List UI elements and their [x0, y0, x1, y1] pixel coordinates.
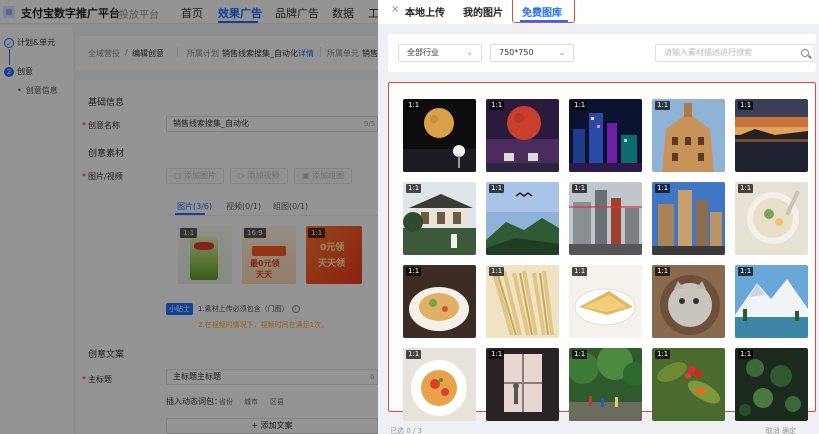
size-select[interactable]: 750*750 ⌄: [490, 44, 574, 62]
ratio-badge: 1:1: [489, 184, 505, 193]
ratio-badge: 1:1: [738, 101, 754, 110]
gallery-image-park-crowd-trees[interactable]: 1:1: [569, 348, 642, 421]
filter-bar: 全部行业 ⌄ 750*750 ⌄ 请输入素材描述进行搜索: [388, 34, 816, 72]
gallery-image-cat-in-basket[interactable]: 1:1: [652, 265, 725, 338]
gallery-image-classical-garden-pavilion[interactable]: 1:1: [403, 182, 476, 255]
gallery-image-window-silhouette[interactable]: 1:1: [486, 348, 559, 421]
image-picker-drawer: × 本地上传 我的图片 免费图库 全部行业 ⌄ 750*750 ⌄ 请输入素材描…: [378, 0, 819, 434]
ratio-badge: 1:1: [655, 267, 671, 276]
gallery-image-crepe-on-plate[interactable]: 1:1: [569, 265, 642, 338]
gallery-image-office-towers-blue-sky[interactable]: 1:1: [652, 182, 725, 255]
gallery-image-city-square-buildings[interactable]: 1:1: [569, 182, 642, 255]
tab-free-gallery[interactable]: 免费图库: [522, 4, 562, 19]
gallery-image-pasta-plate[interactable]: 1:1: [403, 265, 476, 338]
ratio-badge: 1:1: [489, 267, 505, 276]
ratio-badge: 1:1: [572, 184, 588, 193]
gallery-image-spaghetti-tomato[interactable]: 1:1: [403, 348, 476, 421]
ratio-badge: 1:1: [738, 267, 754, 276]
gallery-image-city-night-skyline[interactable]: 1:1: [569, 99, 642, 172]
drawer-footer: 已选 0 / 3 取消 确定: [388, 426, 816, 434]
tab-local-upload[interactable]: 本地上传: [405, 4, 445, 19]
gallery-image-moon-night-lamp[interactable]: 1:1: [403, 99, 476, 172]
ratio-badge: 1:1: [406, 101, 422, 110]
ratio-badge: 1:1: [489, 350, 505, 359]
tab-active-indicator: [520, 20, 568, 22]
footer-actions[interactable]: 取消 确定: [766, 426, 796, 434]
ratio-badge: 1:1: [406, 267, 422, 276]
drawer-header: × 本地上传 我的图片 免费图库: [378, 0, 819, 24]
ratio-badge: 1:1: [489, 101, 505, 110]
size-select-value: 750*750: [499, 48, 534, 57]
ratio-badge: 1:1: [738, 350, 754, 359]
ratio-badge: 1:1: [738, 184, 754, 193]
ratio-badge: 1:1: [572, 267, 588, 276]
gallery-image-mountain-bird-sky[interactable]: 1:1: [486, 182, 559, 255]
modal-backdrop[interactable]: [0, 0, 378, 434]
ratio-badge: 1:1: [655, 350, 671, 359]
ratio-badge: 1:1: [655, 184, 671, 193]
tab-my-images[interactable]: 我的图片: [463, 4, 503, 19]
search-placeholder: 请输入素材描述进行搜索: [664, 48, 752, 57]
close-icon[interactable]: ×: [391, 4, 399, 15]
industry-select[interactable]: 全部行业 ⌄: [398, 44, 482, 62]
gallery-grid: 1:1 1:1 1:1 1:1 1:1 1:1 1:1 1:1 1:1 1:1 1:1 1:1 1:1 1…: [388, 82, 816, 421]
search-input[interactable]: 请输入素材描述进行搜索: [655, 44, 815, 62]
gallery-image-european-building-dusk[interactable]: 1:1: [652, 99, 725, 172]
gallery-image-green-leaves-dark[interactable]: 1:1: [735, 348, 808, 421]
gallery-image-soup-bowl-topdown[interactable]: 1:1: [735, 182, 808, 255]
ratio-badge: 1:1: [572, 350, 588, 359]
chevron-down-icon: ⌄: [466, 48, 473, 57]
selected-count: 已选 0 / 3: [390, 427, 422, 434]
gallery-image-snowy-mountain-painting[interactable]: 1:1: [735, 265, 808, 338]
gallery-image-red-moon-chairs[interactable]: 1:1: [486, 99, 559, 172]
ratio-badge: 1:1: [406, 350, 422, 359]
industry-select-value: 全部行业: [407, 48, 439, 57]
search-icon[interactable]: [801, 49, 809, 57]
gallery-image-dried-noodles-bundle[interactable]: 1:1: [486, 265, 559, 338]
gallery-image-red-berries-foliage[interactable]: 1:1: [652, 348, 725, 421]
gallery-image-sunset-lake[interactable]: 1:1: [735, 99, 808, 172]
chevron-down-icon: ⌄: [558, 48, 565, 57]
ratio-badge: 1:1: [406, 184, 422, 193]
ratio-badge: 1:1: [572, 101, 588, 110]
ratio-badge: 1:1: [655, 101, 671, 110]
